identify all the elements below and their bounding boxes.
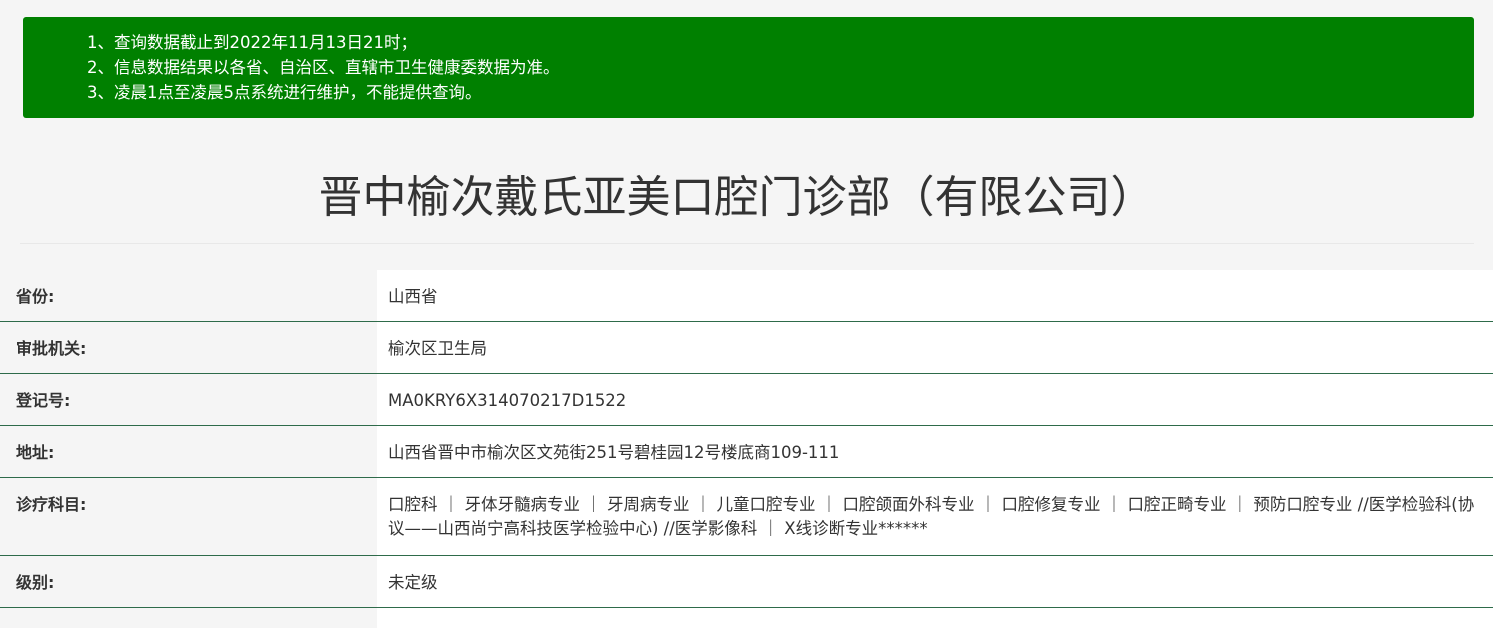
field-label: 登记号: bbox=[0, 374, 377, 425]
field-value: MA0KRY6X314070217D1522 bbox=[377, 374, 1493, 425]
field-value: 未定级 bbox=[377, 556, 1493, 607]
page-title: 晋中榆次戴氏亚美口腔门诊部（有限公司） bbox=[318, 172, 1155, 223]
table-row-medical-subjects: 诊疗科目: 口腔科 ｜ 牙体牙髓病专业 ｜ 牙周病专业 ｜ 儿童口腔专业 ｜ 口… bbox=[0, 478, 1493, 556]
field-label: 诊疗科目: bbox=[0, 478, 377, 555]
field-label: 省份: bbox=[0, 270, 377, 321]
table-row-registration-number: 登记号: MA0KRY6X314070217D1522 bbox=[0, 374, 1493, 426]
table-row-level: 级别: 未定级 bbox=[0, 556, 1493, 608]
notice-banner: 1、查询数据截止到2022年11月13日21时； 2、信息数据结果以各省、自治区… bbox=[23, 17, 1474, 118]
title-divider bbox=[20, 243, 1474, 244]
field-value: 山西省晋中市榆次区文苑街251号碧桂园12号楼底商109-111 bbox=[377, 426, 1493, 477]
field-value: 口腔科 ｜ 牙体牙髓病专业 ｜ 牙周病专业 ｜ 儿童口腔专业 ｜ 口腔颌面外科专… bbox=[377, 478, 1493, 555]
field-label: 地址: bbox=[0, 426, 377, 477]
field-value: 山西省 bbox=[377, 270, 1493, 321]
field-value: 榆次区卫生局 bbox=[377, 322, 1493, 373]
info-table: 省份: 山西省 审批机关: 榆次区卫生局 登记号: MA0KRY6X314070… bbox=[0, 270, 1493, 628]
table-row-province: 省份: 山西省 bbox=[0, 270, 1493, 322]
field-label-empty bbox=[0, 608, 377, 628]
notice-line: 1、查询数据截止到2022年11月13日21时； bbox=[87, 33, 417, 52]
table-row-address: 地址: 山西省晋中市榆次区文苑街251号碧桂园12号楼底商109-111 bbox=[0, 426, 1493, 478]
field-value-empty bbox=[377, 608, 1493, 628]
notice-line: 2、信息数据结果以各省、自治区、直辖市卫生健康委数据为准。 bbox=[87, 58, 560, 77]
field-label: 级别: bbox=[0, 556, 377, 607]
notice-line: 3、凌晨1点至凌晨5点系统进行维护，不能提供查询。 bbox=[87, 83, 482, 102]
table-row-approval-authority: 审批机关: 榆次区卫生局 bbox=[0, 322, 1493, 374]
field-label: 审批机关: bbox=[0, 322, 377, 373]
table-row-partial bbox=[0, 608, 1493, 628]
